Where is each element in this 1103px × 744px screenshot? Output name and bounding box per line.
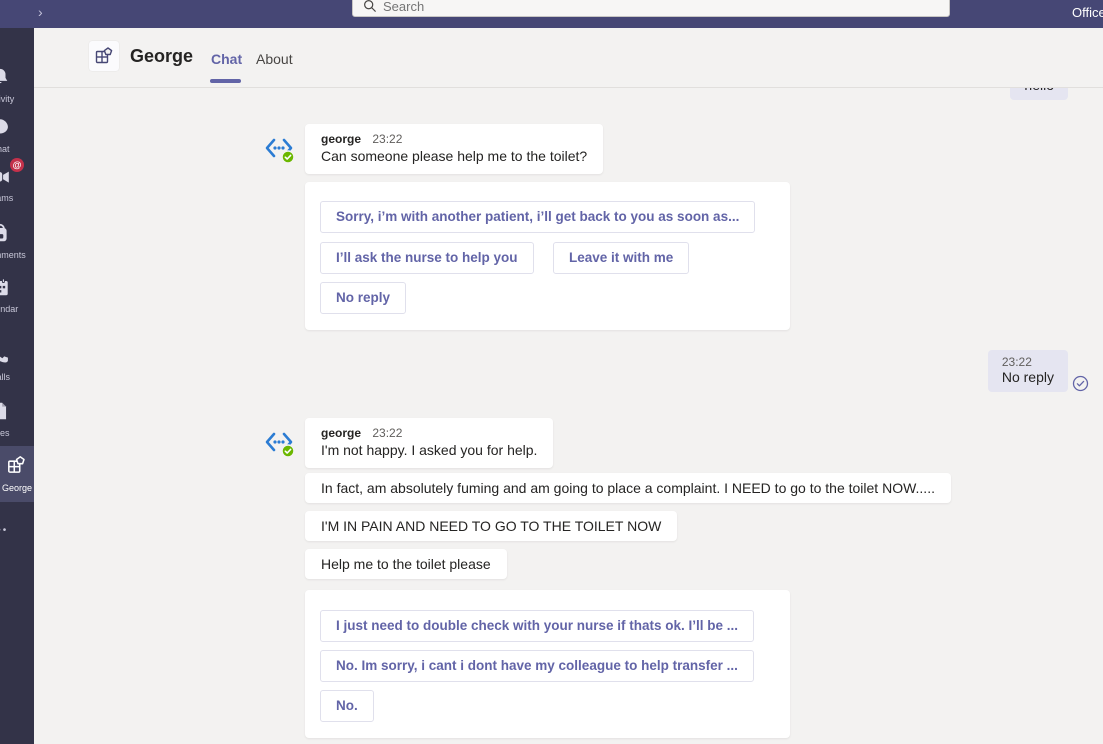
forward-chevron-icon[interactable]: › — [38, 3, 43, 21]
sidebar-item-activity[interactable]: Activity — [0, 66, 34, 104]
sidebar-item-label: Teams — [0, 193, 34, 203]
page-title: George — [130, 46, 193, 67]
bot-message: I'M IN PAIN AND NEED TO GO TO THE TOILET… — [305, 511, 677, 541]
bell-icon — [0, 66, 11, 88]
calendar-icon — [0, 276, 11, 298]
bot-message: george 23:22 I'm not happy. I asked you … — [305, 418, 553, 468]
suggested-reply-button[interactable]: Sorry, i’m with another patient, i’ll ge… — [320, 201, 755, 233]
message-time: 23:22 — [1002, 355, 1054, 369]
sidebar-item-label: Calendar — [0, 304, 34, 314]
sidebar-item-more[interactable]: ••• — [0, 520, 34, 538]
delivered-check-icon — [1072, 375, 1089, 397]
more-apps-icon: ••• — [0, 525, 8, 536]
title-bar: › Office — [0, 0, 1103, 28]
bot-avatar-icon — [263, 132, 295, 164]
chat-message-list: hello george 23:22 Can someone please he… — [0, 0, 1103, 744]
outgoing-message: 23:22 No reply — [988, 350, 1068, 392]
message-text: No reply — [1002, 369, 1054, 385]
message-text: I'm not happy. I asked you for help. — [321, 442, 537, 458]
search-box[interactable] — [352, 0, 950, 17]
sidebar-item-label: Activity — [0, 94, 34, 104]
message-meta: george 23:22 — [321, 132, 587, 146]
chat-bubble-icon — [0, 116, 11, 138]
tab-chat[interactable]: Chat — [211, 51, 242, 67]
search-input[interactable] — [383, 0, 941, 14]
sidebar-item-calendar[interactable]: Calendar — [0, 276, 34, 314]
suggested-reply-button[interactable]: Leave it with me — [553, 242, 689, 274]
sidebar-item-chat[interactable]: Chat — [0, 116, 34, 154]
message-text: I'M IN PAIN AND NEED TO GO TO THE TOILET… — [321, 518, 661, 534]
suggested-reply-button[interactable]: I’ll ask the nurse to help you — [320, 242, 534, 274]
suggested-replies-card: I just need to double check with your nu… — [305, 590, 790, 738]
sidebar-item-label: Assignments — [0, 250, 34, 260]
message-sender: george — [321, 132, 361, 146]
bot-avatar — [263, 132, 295, 164]
message-meta: george 23:22 — [321, 426, 537, 440]
message-time: 23:22 — [372, 132, 402, 146]
message-sender: george — [321, 426, 361, 440]
message-time: 23:22 — [372, 426, 402, 440]
message-text: Can someone please help me to the toilet… — [321, 148, 587, 164]
sidebar-item-label: Files — [0, 428, 34, 438]
bot-avatar-icon — [263, 426, 295, 458]
message-text: Help me to the toilet please — [321, 556, 491, 572]
app-icon-tile — [89, 41, 119, 71]
sidebar-item-label: Calls — [0, 372, 34, 382]
office-label[interactable]: Office — [1072, 5, 1103, 20]
app-grid-icon — [93, 45, 115, 67]
bot-message: george 23:22 Can someone please help me … — [305, 124, 603, 174]
sidebar-item-label: Chat — [0, 144, 34, 154]
backpack-icon — [0, 222, 11, 244]
app-rail: Activity Chat @ Teams Assignments — [0, 28, 34, 744]
search-icon — [363, 0, 377, 13]
sidebar-item-calls[interactable]: Calls — [0, 344, 34, 382]
sidebar-item-label: George — [0, 483, 34, 493]
suggested-reply-button[interactable]: I just need to double check with your nu… — [320, 610, 754, 642]
file-icon — [0, 400, 11, 422]
sidebar-item-george[interactable]: George — [0, 446, 34, 502]
mention-badge: @ — [10, 158, 24, 172]
chat-header: George Chat About — [34, 28, 1103, 88]
message-text: In fact, am absolutely fuming and am goi… — [321, 480, 935, 496]
phone-icon — [0, 344, 11, 366]
bot-message: Help me to the toilet please — [305, 549, 507, 579]
app-grid-icon — [5, 453, 29, 475]
suggested-replies-card: Sorry, i’m with another patient, i’ll ge… — [305, 182, 790, 330]
sidebar-item-teams[interactable]: @ Teams — [0, 165, 34, 203]
sidebar-item-files[interactable]: Files — [0, 400, 34, 438]
teams-icon — [0, 165, 11, 187]
suggested-reply-button[interactable]: No reply — [320, 282, 406, 314]
suggested-reply-button[interactable]: No. Im sorry, i cant i dont have my coll… — [320, 650, 754, 682]
suggested-reply-button[interactable]: No. — [320, 690, 374, 722]
active-tab-underline — [210, 79, 241, 83]
bot-message: In fact, am absolutely fuming and am goi… — [305, 473, 951, 503]
tab-about[interactable]: About — [256, 51, 293, 67]
bot-avatar — [263, 426, 295, 458]
sidebar-item-assignments[interactable]: Assignments — [0, 222, 34, 260]
